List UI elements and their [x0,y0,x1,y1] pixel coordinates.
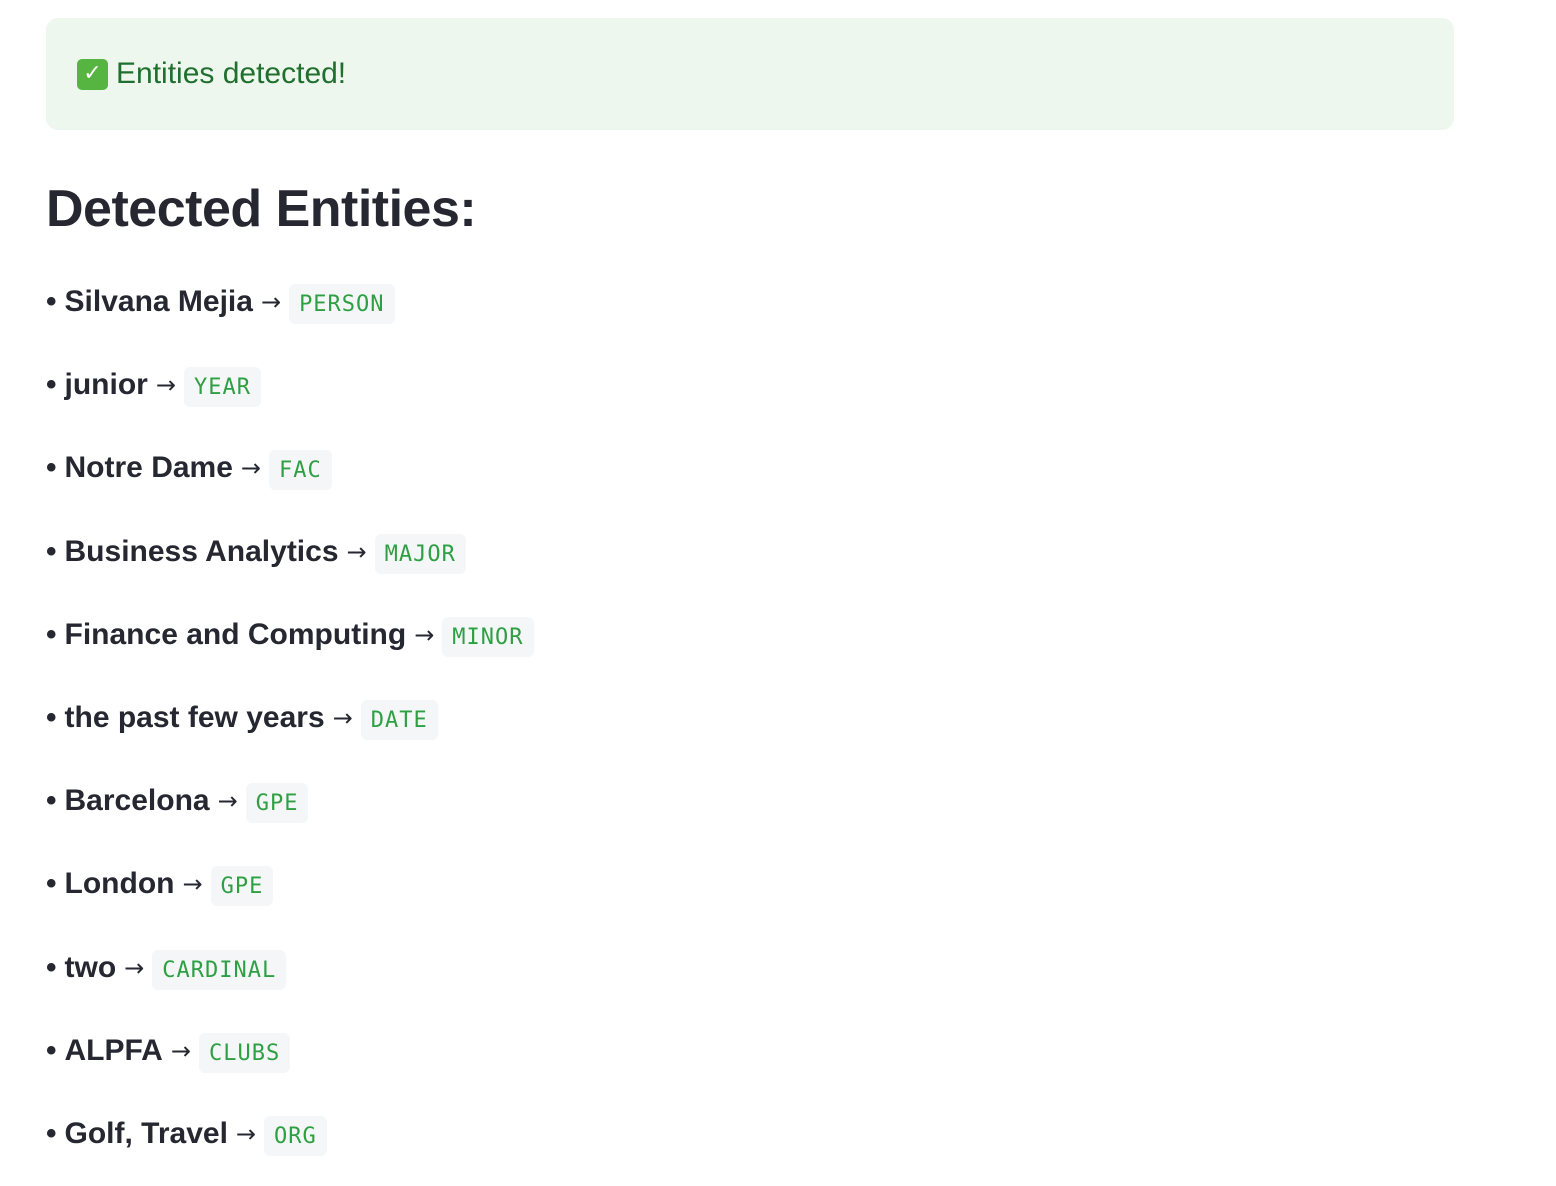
entity-item: • Finance and Computing → MINOR [46,615,534,698]
bullet: • [46,784,57,818]
entity-text: Silvana Mejia [64,285,253,318]
entity-label-tag: GPE [245,783,309,824]
arrow-icon: → [260,288,282,316]
bullet: • [46,368,57,402]
entity-text: the past few years [64,700,325,734]
entity-text: Golf, Travel [64,1116,228,1150]
bullet: • [46,950,57,984]
bullet: • [46,1033,57,1067]
entity-item: • two → CARDINAL [46,948,534,1031]
entity-item: • Golf, Travel → ORG [46,1114,534,1186]
bullet: • [46,867,57,901]
entity-item: • Barcelona → GPE [46,781,534,864]
entity-text: Finance and Computing [64,617,407,651]
entity-label-tag: MAJOR [374,533,466,574]
bullet: • [46,534,57,568]
entity-label-tag: GPE [210,866,274,907]
success-alert: ✓ Entities detected! [46,18,1454,130]
entity-item: • ALPFA → CLUBS [46,1031,534,1114]
entity-text: junior [64,368,148,402]
check-mark-icon: ✓ [77,58,108,90]
entity-text: London [64,867,175,901]
arrow-icon: → [235,1119,257,1148]
arrow-icon: → [155,371,176,400]
arrow-icon: → [414,620,435,649]
entity-label-tag: PERSON [289,284,395,324]
entity-label-tag: FAC [269,450,332,491]
entity-item: • Silvana Mejia → PERSON [46,282,534,365]
arrow-icon: → [124,953,145,982]
arrow-icon: → [240,454,262,483]
entity-list: • Silvana Mejia → PERSON • junior → YEAR… [46,282,534,1186]
arrow-icon: → [217,787,238,816]
alert-message: Entities detected! [116,57,347,90]
entity-label-tag: CARDINAL [152,949,287,990]
bullet: • [46,1116,57,1150]
entity-item: • junior → YEAR [46,365,534,448]
page-title: Detected Entities: [46,180,477,238]
entity-label-tag: MINOR [442,616,534,657]
arrow-icon: → [332,703,353,732]
bullet: • [46,617,57,651]
arrow-icon: → [346,537,367,566]
entity-item: • Notre Dame → FAC [46,448,534,531]
bullet: • [46,700,57,734]
entity-item: • the past few years → DATE [46,698,534,781]
entity-item: • Business Analytics → MAJOR [46,532,534,615]
entity-text: two [64,950,117,984]
entity-text: ALPFA [64,1033,163,1067]
entity-text: Notre Dame [64,451,233,485]
entity-label-tag: YEAR [183,367,261,408]
entity-text: Business Analytics [64,534,339,568]
entity-label-tag: CLUBS [198,1032,291,1073]
entity-text: Barcelona [64,784,210,818]
entity-item: • London → GPE [46,864,534,947]
entity-label-tag: DATE [360,699,438,740]
bullet: • [46,451,57,485]
arrow-icon: → [182,870,203,899]
entity-label-tag: ORG [264,1115,327,1156]
arrow-icon: → [170,1036,191,1065]
bullet: • [46,285,57,318]
